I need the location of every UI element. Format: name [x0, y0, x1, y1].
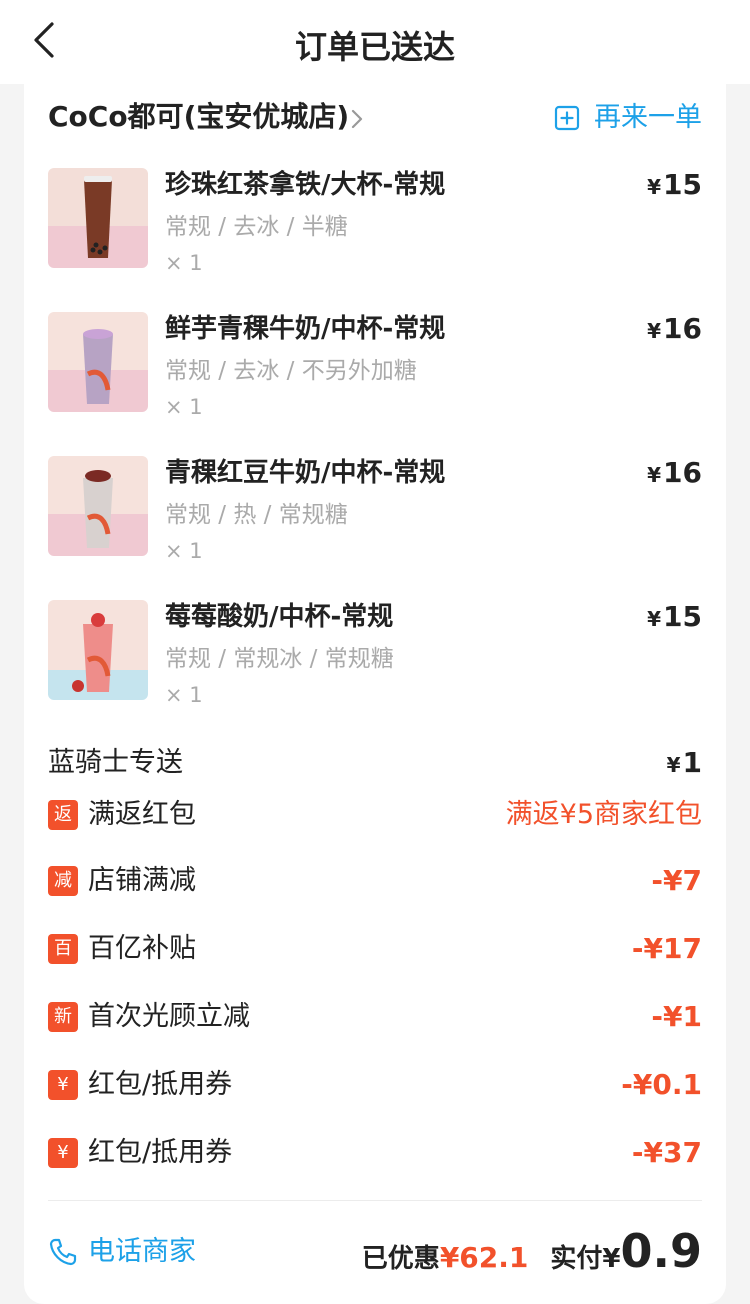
discount-row: 新 首次光顾立减 -¥1: [48, 1000, 702, 1036]
item-price: ¥15: [647, 168, 702, 204]
discount-badge: 新: [48, 1002, 78, 1032]
item-name: 青稞红豆牛奶/中杯-常规: [165, 458, 446, 488]
discount-row: 百 百亿补贴 -¥17: [48, 932, 702, 968]
discount-label: 百亿补贴: [88, 933, 196, 964]
item-price-value: 16: [663, 312, 702, 345]
order-item[interactable]: 鲜芋青稞牛奶/中杯-常规 常规 / 去冰 / 不另外加糖 × 1 ¥16: [48, 312, 702, 422]
discount-badge: 减: [48, 866, 78, 896]
discount-label: 店铺满减: [88, 865, 196, 896]
currency-symbol: ¥: [647, 319, 662, 343]
saved-label: 已优惠: [361, 1244, 440, 1274]
item-name: 鲜芋青稞牛奶/中杯-常规: [165, 314, 446, 344]
order-item[interactable]: 珍珠红茶拿铁/大杯-常规 常规 / 去冰 / 半糖 × 1 ¥15: [48, 168, 702, 278]
discount-row: ¥ 红包/抵用券 -¥37: [48, 1136, 702, 1172]
item-quantity: × 1: [165, 395, 203, 419]
order-footer: 电话商家 已优惠 ¥62.1 实付 ¥ 0.9: [48, 1224, 702, 1284]
paid-amount: 0.9: [620, 1224, 703, 1278]
discount-value: 满返¥5商家红包: [505, 799, 702, 830]
order-card: CoCo都可(宝安优城店) 再来一单 珍珠红茶拿铁/大杯-常规 常规 / 去冰: [24, 84, 726, 1304]
discount-badge: 百: [48, 934, 78, 964]
item-name: 莓莓酸奶/中杯-常规: [165, 602, 394, 632]
product-thumbnail: [48, 456, 148, 556]
discount-value: -¥1: [651, 1000, 702, 1033]
item-quantity: × 1: [165, 683, 203, 707]
currency-symbol: ¥: [647, 175, 662, 199]
item-price: ¥16: [647, 456, 702, 492]
item-quantity: × 1: [165, 539, 203, 563]
item-price-value: 16: [663, 456, 702, 489]
discount-value: -¥17: [631, 932, 702, 965]
discount-row: ¥ 红包/抵用券 -¥0.1: [48, 1068, 702, 1104]
call-merchant-label: 电话商家: [88, 1236, 196, 1267]
item-price: ¥15: [647, 600, 702, 636]
currency-symbol: ¥: [647, 463, 662, 487]
item-spec: 常规 / 热 / 常规糖: [165, 502, 348, 528]
saved-amount: ¥62.1: [439, 1241, 529, 1274]
divider: [48, 1200, 702, 1201]
order-totals: 已优惠 ¥62.1 实付 ¥ 0.9: [362, 1224, 702, 1284]
delivery-fee: ¥1: [667, 746, 702, 782]
item-spec: 常规 / 去冰 / 半糖: [165, 214, 348, 240]
store-header: CoCo都可(宝安优城店) 再来一单: [48, 100, 702, 136]
product-thumbnail: [48, 312, 148, 412]
product-thumbnail: [48, 168, 148, 268]
plus-square-icon: [554, 105, 580, 131]
currency-symbol: ¥: [647, 607, 662, 631]
discount-badge: ¥: [48, 1138, 78, 1168]
reorder-label: 再来一单: [594, 102, 702, 133]
order-item[interactable]: 莓莓酸奶/中杯-常规 常规 / 常规冰 / 常规糖 × 1 ¥15: [48, 600, 702, 710]
discount-value: -¥37: [631, 1136, 702, 1169]
discount-badge: 返: [48, 800, 78, 830]
item-quantity: × 1: [165, 251, 203, 275]
item-price-value: 15: [663, 168, 702, 201]
item-spec: 常规 / 常规冰 / 常规糖: [165, 646, 394, 672]
store-name-link[interactable]: CoCo都可(宝安优城店): [48, 100, 349, 134]
delivery-label: 蓝骑士专送: [48, 747, 183, 778]
discount-label: 首次光顾立减: [88, 1001, 250, 1032]
product-thumbnail: [48, 600, 148, 700]
discount-value: -¥0.1: [621, 1068, 702, 1101]
discount-badge: ¥: [48, 1070, 78, 1100]
reorder-button[interactable]: 再来一单: [554, 100, 702, 136]
discount-label: 红包/抵用券: [88, 1069, 233, 1100]
order-item[interactable]: 青稞红豆牛奶/中杯-常规 常规 / 热 / 常规糖 × 1 ¥16: [48, 456, 702, 566]
page-title: 订单已送达: [294, 28, 455, 66]
delivery-fee-row: 蓝骑士专送 ¥1: [48, 746, 702, 782]
item-price-value: 15: [663, 600, 702, 633]
phone-icon: [49, 1238, 77, 1266]
call-merchant-button[interactable]: 电话商家: [48, 1232, 196, 1272]
discount-value: -¥7: [651, 864, 702, 897]
item-price: ¥16: [647, 312, 702, 348]
paid-label: 实付: [550, 1244, 603, 1274]
currency-symbol: ¥: [666, 753, 681, 777]
item-name: 珍珠红茶拿铁/大杯-常规: [165, 170, 446, 200]
top-navigation-bar: 订单已送达: [0, 0, 750, 84]
discount-row: 减 店铺满减 -¥7: [48, 864, 702, 900]
chevron-right-icon[interactable]: [350, 108, 364, 130]
discount-row: 返 满返红包 满返¥5商家红包: [48, 798, 702, 834]
delivery-fee-value: 1: [682, 746, 702, 779]
discount-label: 满返红包: [88, 799, 196, 830]
discount-label: 红包/抵用券: [88, 1137, 233, 1168]
item-spec: 常规 / 去冰 / 不另外加糖: [165, 358, 417, 384]
paid-currency: ¥: [602, 1244, 621, 1274]
